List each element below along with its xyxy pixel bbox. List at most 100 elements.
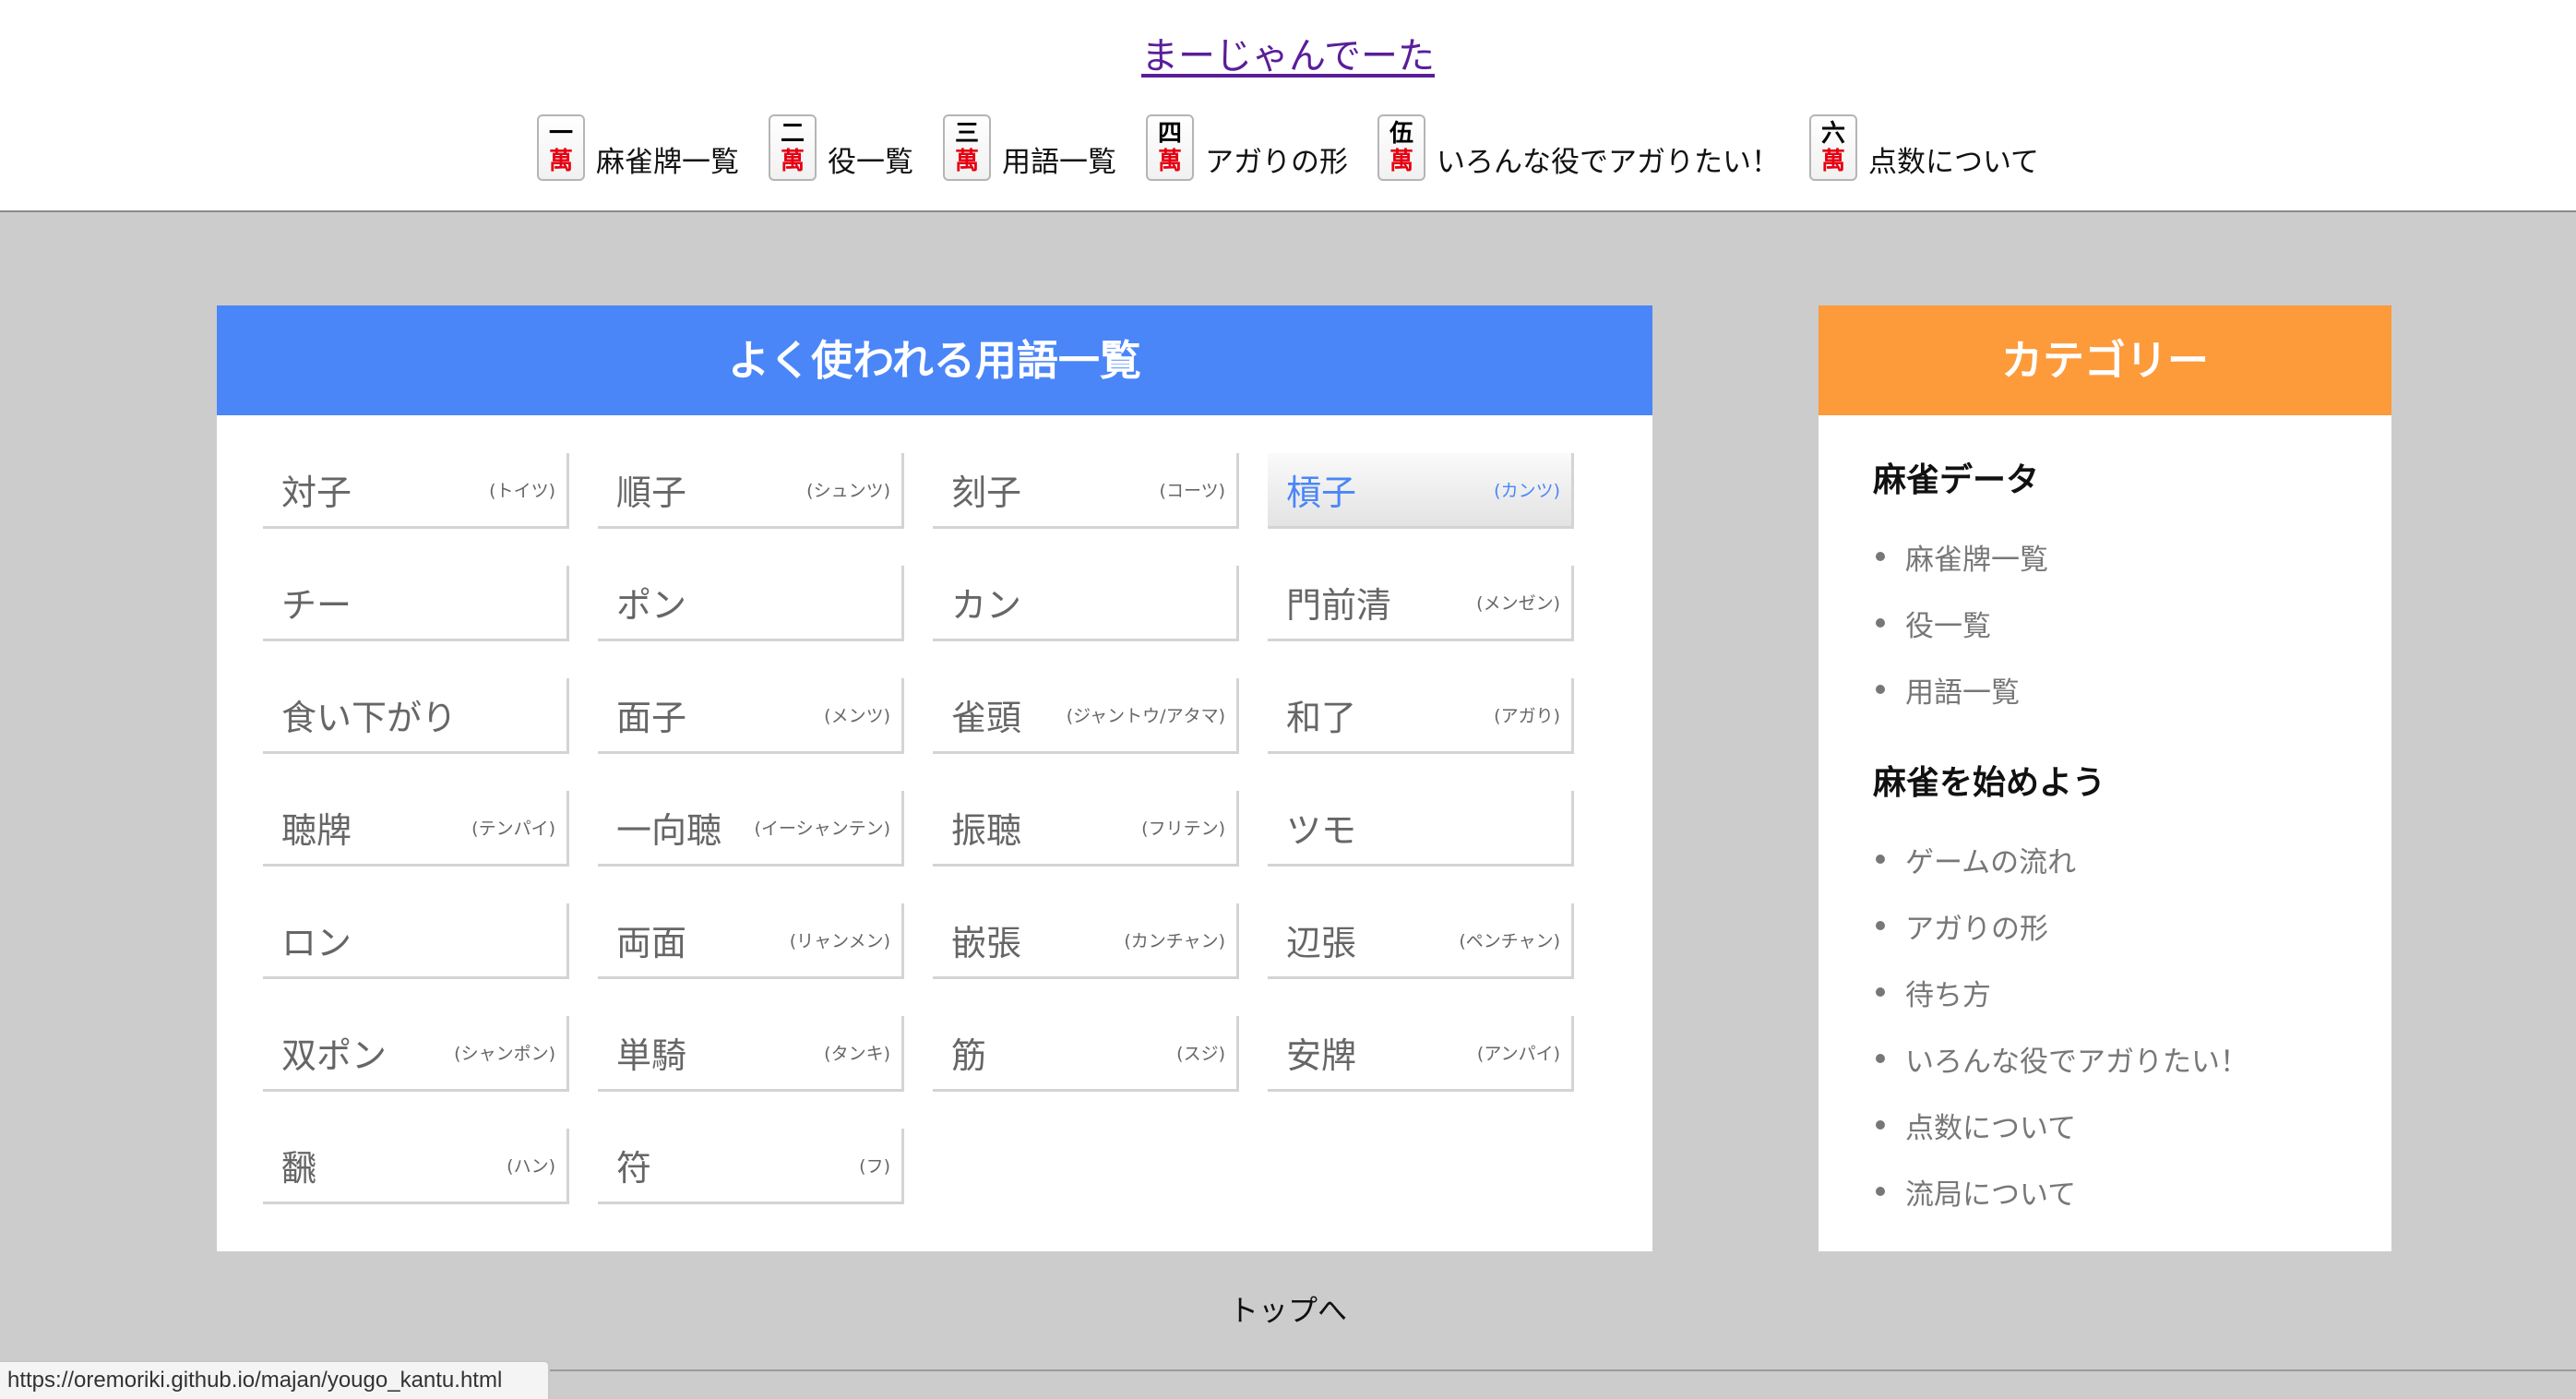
term-name: 両面 bbox=[616, 923, 687, 963]
mahjong-tile-1-man-icon: 一 萬 bbox=[536, 114, 585, 181]
term-reading: (シャンポン) bbox=[454, 1044, 555, 1064]
bullet-icon bbox=[1876, 1054, 1885, 1063]
term-reading: (カンチャン) bbox=[1124, 931, 1225, 951]
term-item[interactable]: 単騎 (タンキ) bbox=[598, 1016, 904, 1092]
term-item[interactable]: 飜 (ハン) bbox=[263, 1129, 569, 1204]
category-item-label: 点数について bbox=[1905, 1111, 2077, 1145]
category-item[interactable]: いろんな役でアガりたい！ bbox=[1876, 1025, 2391, 1092]
term-reading: (シュンツ) bbox=[806, 481, 890, 501]
term-name: 順子 bbox=[616, 472, 687, 513]
term-item[interactable]: 嵌張 (カンチャン) bbox=[933, 903, 1239, 979]
tile-number: 四 bbox=[1157, 120, 1182, 148]
term-name: 面子 bbox=[616, 698, 687, 738]
category-item-label: 麻雀牌一覧 bbox=[1905, 543, 2048, 577]
term-item[interactable]: チー bbox=[263, 566, 569, 641]
term-name: 嵌張 bbox=[951, 923, 1022, 963]
term-name: 筋 bbox=[951, 1035, 987, 1076]
term-item[interactable]: 雀頭 (ジャントウ/アタマ) bbox=[933, 678, 1239, 754]
nav-item-yaku-list[interactable]: 二 萬 役一覧 bbox=[768, 114, 913, 181]
term-item[interactable]: 門前清 (メンゼン) bbox=[1268, 566, 1574, 641]
term-item[interactable]: 符 (フ) bbox=[598, 1129, 904, 1204]
term-name: 安牌 bbox=[1286, 1035, 1357, 1076]
term-item[interactable]: ツモ bbox=[1268, 791, 1574, 867]
term-item[interactable]: 双ポン (シャンポン) bbox=[263, 1016, 569, 1092]
term-reading: (ジャントウ/アタマ) bbox=[1066, 706, 1225, 726]
mahjong-tile-2-man-icon: 二 萬 bbox=[768, 114, 817, 181]
term-name: 聴牌 bbox=[281, 810, 352, 851]
term-name: 対子 bbox=[281, 472, 352, 513]
term-item[interactable]: 聴牌 (テンパイ) bbox=[263, 791, 569, 867]
term-name: 刻子 bbox=[951, 472, 1022, 513]
term-item[interactable]: 安牌 (アンパイ) bbox=[1268, 1016, 1574, 1092]
bullet-icon bbox=[1876, 1187, 1885, 1196]
nav-label: 点数について bbox=[1867, 145, 2040, 179]
category-item-label: 役一覧 bbox=[1905, 609, 1991, 643]
category-item-label: 用語一覧 bbox=[1905, 676, 2020, 710]
category-list: 麻雀牌一覧 役一覧 用語一覧 bbox=[1876, 523, 2391, 723]
term-list-heading: よく使われる用語一覧 bbox=[217, 305, 1652, 415]
term-name: 振聴 bbox=[951, 810, 1022, 851]
bullet-icon bbox=[1876, 921, 1885, 930]
bullet-icon bbox=[1876, 1120, 1885, 1130]
global-nav: 一 萬 麻雀牌一覧 二 萬 役一覧 三 萬 用語一覧 四 萬 アガりの形 伍 萬… bbox=[0, 114, 2576, 181]
mahjong-tile-4-man-icon: 四 萬 bbox=[1145, 114, 1194, 181]
term-name: チー bbox=[281, 585, 352, 626]
back-to-top-link[interactable]: トップへ bbox=[0, 1287, 2576, 1330]
term-item[interactable]: 刻子 (コーツ) bbox=[933, 453, 1239, 529]
term-item[interactable]: 食い下がり bbox=[263, 678, 569, 754]
term-item[interactable]: 振聴 (フリテン) bbox=[933, 791, 1239, 867]
bullet-icon bbox=[1876, 987, 1885, 997]
bullet-icon bbox=[1876, 685, 1885, 694]
nav-label: 用語一覧 bbox=[1001, 145, 1116, 179]
term-name: 辺張 bbox=[1286, 923, 1357, 963]
term-item[interactable]: ポン bbox=[598, 566, 904, 641]
term-item[interactable]: 対子 (トイツ) bbox=[263, 453, 569, 529]
tile-number: 二 bbox=[780, 120, 805, 148]
category-item[interactable]: 待ち方 bbox=[1876, 959, 2391, 1025]
term-name: 飜 bbox=[281, 1148, 317, 1189]
nav-item-agari-shape[interactable]: 四 萬 アガりの形 bbox=[1145, 114, 1348, 181]
term-item[interactable]: 槓子 (カンツ) bbox=[1268, 453, 1574, 529]
term-item[interactable]: 一向聴 (イーシャンテン) bbox=[598, 791, 904, 867]
term-reading: (スジ) bbox=[1176, 1044, 1225, 1064]
term-item[interactable]: 両面 (リャンメン) bbox=[598, 903, 904, 979]
term-grid: 対子 (トイツ) 順子 (シュンツ) 刻子 (コーツ) 槓子 (カンツ) チー ポン カン 門前清 (メ… bbox=[263, 453, 1574, 1204]
term-name: ツモ bbox=[1286, 810, 1357, 851]
tile-suit: 萬 bbox=[1157, 148, 1182, 175]
term-item[interactable]: 筋 (スジ) bbox=[933, 1016, 1239, 1092]
term-reading: (ペンチャン) bbox=[1459, 931, 1560, 951]
category-item-label: 流局について bbox=[1905, 1178, 2077, 1212]
term-item[interactable]: ロン bbox=[263, 903, 569, 979]
category-item[interactable]: 役一覧 bbox=[1876, 590, 2391, 656]
category-item[interactable]: 点数について bbox=[1876, 1092, 2391, 1158]
category-item[interactable]: 麻雀牌一覧 bbox=[1876, 523, 2391, 590]
status-bar-url: https://oremoriki.github.io/majan/yougo_… bbox=[0, 1360, 550, 1399]
nav-item-various-yaku[interactable]: 伍 萬 いろんな役でアガりたい！ bbox=[1377, 114, 1780, 181]
term-name: 双ポン bbox=[281, 1035, 388, 1076]
tile-suit: 萬 bbox=[780, 148, 805, 175]
term-reading: (カンツ) bbox=[1494, 481, 1560, 501]
category-section-data: 麻雀データ 麻雀牌一覧 役一覧 用語一覧 bbox=[1819, 453, 2391, 723]
term-reading: (タンキ) bbox=[824, 1044, 890, 1064]
term-name: 槓子 bbox=[1286, 472, 1357, 513]
term-item[interactable]: カン bbox=[933, 566, 1239, 641]
nav-item-term-list[interactable]: 三 萬 用語一覧 bbox=[942, 114, 1116, 181]
nav-item-pai-list[interactable]: 一 萬 麻雀牌一覧 bbox=[536, 114, 739, 181]
nav-item-scoring[interactable]: 六 萬 点数について bbox=[1808, 114, 2040, 181]
category-item[interactable]: 流局について bbox=[1876, 1158, 2391, 1225]
category-item[interactable]: ゲームの流れ bbox=[1876, 826, 2391, 892]
category-item-label: ゲームの流れ bbox=[1905, 845, 2077, 879]
mahjong-tile-5-man-icon: 伍 萬 bbox=[1377, 114, 1425, 181]
category-list: ゲームの流れ アガりの形 待ち方 いろんな役でアガりたい！ 点数について 流局に… bbox=[1876, 826, 2391, 1225]
bullet-icon bbox=[1876, 552, 1885, 561]
term-item[interactable]: 面子 (メンツ) bbox=[598, 678, 904, 754]
category-item[interactable]: 用語一覧 bbox=[1876, 656, 2391, 723]
term-item[interactable]: 和了 (アガり) bbox=[1268, 678, 1574, 754]
term-reading: (トイツ) bbox=[489, 481, 555, 501]
term-item[interactable]: 辺張 (ペンチャン) bbox=[1268, 903, 1574, 979]
site-title-link[interactable]: まーじゃんでーた bbox=[1141, 35, 1435, 78]
term-item[interactable]: 順子 (シュンツ) bbox=[598, 453, 904, 529]
tile-number: 六 bbox=[1820, 120, 1845, 148]
category-item[interactable]: アガりの形 bbox=[1876, 892, 2391, 959]
category-section-title: 麻雀データ bbox=[1873, 461, 2040, 499]
